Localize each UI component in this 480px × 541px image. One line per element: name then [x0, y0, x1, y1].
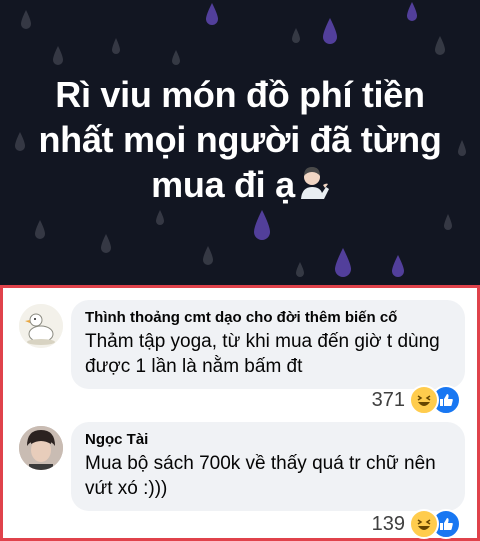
comment-text: Mua bộ sách 700k về thấy quá tr chữ nên … [85, 451, 451, 501]
raindrop-icon [35, 220, 45, 239]
raindrop-icon [203, 246, 213, 265]
raindrop-icon [156, 210, 164, 225]
raindrop-icon [444, 214, 452, 230]
post-text-line: Rì viu món đồ phí tiền [55, 74, 425, 115]
reaction-count: 371 [371, 388, 405, 411]
raindrop-icon [101, 234, 111, 253]
person-tipping-hand-icon [299, 164, 329, 209]
reaction-count: 139 [371, 512, 405, 535]
post-text-line: nhất mọi người đã từng [38, 119, 442, 160]
haha-icon [409, 385, 439, 415]
raindrop-icon [323, 18, 337, 44]
raindrop-icon [296, 262, 304, 277]
raindrop-icon [392, 255, 404, 277]
comment-text-line: được 1 lần là nằm bấm đt [85, 356, 303, 377]
raindrop-icon [21, 10, 31, 29]
comment-text-line: Thảm tập yoga, từ khi mua đến giờ t dùng [85, 331, 440, 352]
avatar[interactable] [19, 304, 63, 348]
raindrop-icon [172, 50, 180, 65]
comment-text: Thảm tập yoga, từ khi mua đến giờ t dùng… [85, 329, 451, 379]
duck-avatar-icon [19, 304, 63, 348]
raindrop-icon [112, 38, 120, 54]
comment-bubble: Thình thoảng cmt dạo cho đời thêm biến c… [71, 300, 465, 389]
comment-text-line: vứt xó :))) [85, 478, 168, 499]
raindrop-icon [407, 2, 417, 21]
reaction-summary[interactable]: 139 [371, 509, 461, 539]
person-avatar-icon [19, 426, 63, 470]
post-text-line: mua đi ạ [20, 162, 460, 209]
raindrop-icon [292, 28, 300, 43]
post-text-fragment: mua đi ạ [151, 164, 295, 205]
haha-icon [409, 509, 439, 539]
post-text: Rì viu món đồ phí tiền nhất mọi người đã… [20, 72, 460, 209]
raindrop-icon [53, 46, 63, 65]
raindrop-icon [206, 3, 218, 25]
comment-text-line: Mua bộ sách 700k về thấy quá tr chữ nên [85, 453, 436, 474]
comment-author[interactable]: Ngọc Tài [85, 431, 451, 448]
avatar[interactable] [19, 426, 63, 470]
comment-author[interactable]: Thình thoảng cmt dạo cho đời thêm biến c… [85, 309, 451, 326]
raindrop-icon [335, 248, 351, 277]
reaction-summary[interactable]: 371 [371, 385, 461, 415]
raindrop-icon [254, 210, 270, 240]
comments-section: Thình thoảng cmt dạo cho đời thêm biến c… [0, 285, 480, 541]
post-background: Rì viu món đồ phí tiền nhất mọi người đã… [0, 0, 480, 285]
comment-bubble: Ngọc Tài Mua bộ sách 700k về thấy quá tr… [71, 422, 465, 511]
raindrop-icon [435, 36, 445, 55]
